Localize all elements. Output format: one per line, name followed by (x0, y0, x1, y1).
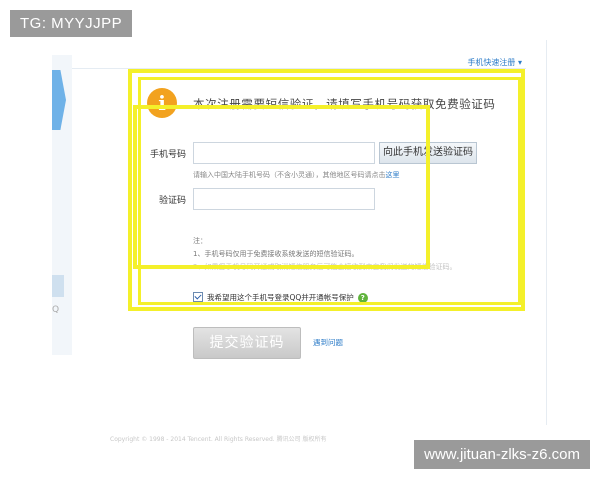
left-sidebar-bar (52, 275, 64, 297)
submit-code-button[interactable]: 提交验证码 (193, 327, 301, 359)
watermark-top-left: TG: MYYJJPP (10, 10, 133, 37)
highlight-frame-inner (133, 105, 430, 269)
quick-register-link[interactable]: 手机快速注册 ▾ (467, 57, 522, 68)
footer-copyright: Copyright © 1998 - 2014 Tencent. All Rig… (110, 436, 327, 443)
watermark-bottom-right: www.jituan-zlks-z6.com (414, 440, 590, 469)
search-icon[interactable]: Q (52, 305, 59, 315)
help-link[interactable]: 遇到问题 (313, 337, 343, 348)
